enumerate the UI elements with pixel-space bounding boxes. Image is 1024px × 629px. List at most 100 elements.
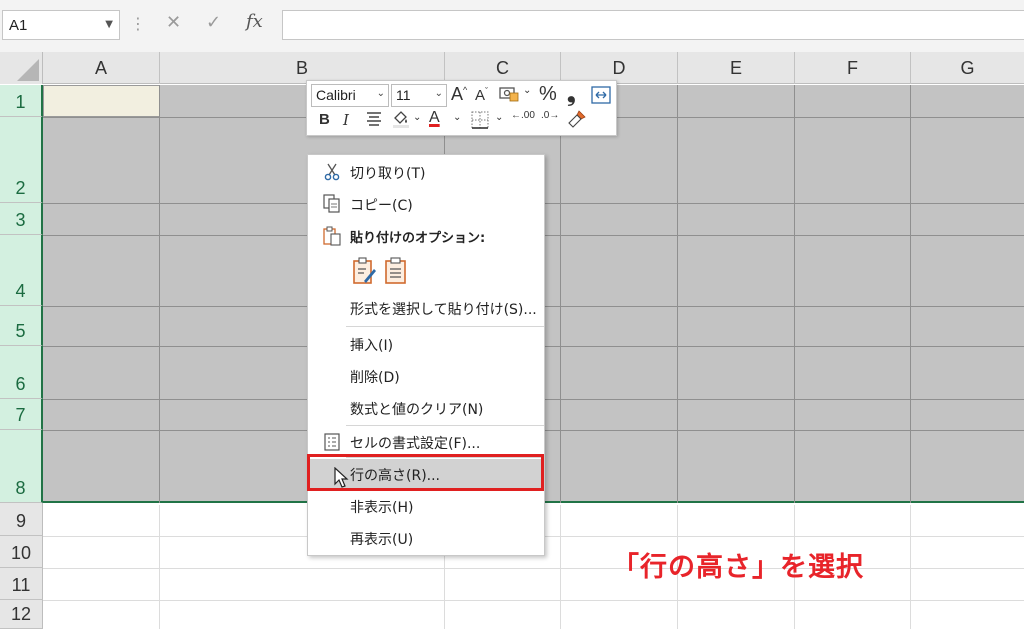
format-painter-icon[interactable]	[567, 109, 587, 133]
insert-function-button[interactable]: fx	[246, 11, 263, 32]
paste-formatting-icon[interactable]	[352, 257, 378, 289]
menu-item-paste-options: 貼り付けのオプション:	[308, 221, 544, 251]
format-cells-icon	[322, 432, 342, 452]
row-header-7[interactable]: 7	[0, 399, 43, 430]
row-header-11[interactable]: 11	[0, 568, 43, 600]
comma-style-button[interactable]: ❟	[567, 81, 576, 107]
mouse-pointer-icon	[334, 466, 350, 493]
row-header-5[interactable]: 5	[0, 306, 43, 346]
row-header-8[interactable]: 8	[0, 430, 43, 503]
menu-item-label: 貼り付けのオプション:	[350, 231, 486, 246]
menu-divider	[346, 425, 544, 426]
drag-handle-icon[interactable]: ⋮	[130, 14, 146, 33]
menu-item-paste-special[interactable]: 形式を選択して貼り付け(S)...	[308, 293, 544, 323]
menu-item-format-cells[interactable]: セルの書式設定(F)...	[308, 427, 544, 457]
mini-toolbar: Calibri ⌄ 11 ⌄ A^ Aˇ ⌄ % ❟ B I ⌄ A ⌄ ⌄ ←…	[306, 80, 617, 136]
row-header-3[interactable]: 3	[0, 203, 43, 235]
font-size-value: 11	[396, 87, 411, 103]
menu-item-label: 形式を選択して貼り付け(S)...	[350, 302, 537, 318]
menu-item-cut[interactable]: 切り取り(T)	[308, 157, 544, 187]
font-size-select[interactable]: 11 ⌄	[391, 84, 447, 107]
chevron-down-icon[interactable]: ⌄	[453, 112, 461, 123]
copy-icon	[322, 194, 342, 214]
column-line	[159, 85, 160, 503]
menu-item-label: 数式と値のクリア(N)	[350, 402, 484, 418]
menu-item-hide[interactable]: 非表示(H)	[308, 491, 544, 521]
caret-up-icon: ^	[463, 85, 468, 95]
menu-item-label: 挿入(I)	[350, 338, 394, 354]
row-header-4[interactable]: 4	[0, 235, 43, 306]
menu-item-copy[interactable]: コピー(C)	[308, 189, 544, 219]
italic-button[interactable]: I	[343, 111, 349, 129]
font-color-button[interactable]: A	[429, 109, 440, 127]
formula-input[interactable]	[282, 10, 1024, 40]
paste-icon	[322, 226, 342, 246]
row-header-2[interactable]: 2	[0, 117, 43, 203]
paste-icon[interactable]	[384, 257, 408, 289]
column-line	[159, 505, 160, 629]
name-box[interactable]: A1 ▼	[2, 10, 120, 40]
align-center-icon[interactable]	[365, 111, 383, 131]
column-header-a[interactable]: A	[43, 52, 160, 84]
fill-color-icon[interactable]	[391, 109, 411, 133]
row-header-10[interactable]: 10	[0, 536, 43, 568]
enter-icon[interactable]: ✓	[206, 12, 221, 33]
menu-item-insert[interactable]: 挿入(I)	[308, 329, 544, 359]
row-header-12[interactable]: 12	[0, 600, 43, 629]
font-name-value: Calibri	[316, 87, 356, 103]
row-line	[43, 600, 1024, 601]
annotation-caption: 「行の高さ」を選択	[612, 552, 864, 583]
column-line	[794, 85, 795, 503]
formula-bar: A1 ▼ ⋮ ✕ ✓ fx	[0, 0, 1024, 52]
percent-style-button[interactable]: %	[539, 83, 557, 106]
menu-item-clear-contents[interactable]: 数式と値のクリア(N)	[308, 393, 544, 423]
menu-item-label: セルの書式設定(F)...	[350, 436, 481, 452]
row-line	[43, 568, 1024, 569]
chevron-down-icon[interactable]: ⌄	[495, 112, 503, 123]
menu-item-label: 再表示(U)	[350, 532, 414, 548]
cancel-icon[interactable]: ✕	[166, 12, 181, 33]
menu-item-delete[interactable]: 削除(D)	[308, 361, 544, 391]
column-header-g[interactable]: G	[911, 52, 1024, 84]
increase-font-size-button[interactable]: A^	[451, 84, 467, 105]
menu-item-label: 非表示(H)	[350, 500, 414, 516]
chevron-down-icon[interactable]: ⌄	[523, 85, 531, 96]
bold-button[interactable]: B	[319, 111, 330, 128]
menu-item-label: コピー(C)	[350, 198, 413, 214]
decrease-font-size-label: A	[475, 87, 486, 104]
column-line	[560, 505, 561, 629]
increase-decimal-label: .00	[521, 110, 535, 121]
column-line	[910, 505, 911, 629]
scissors-icon	[322, 162, 342, 182]
menu-item-label: 削除(D)	[350, 370, 400, 386]
context-menu: 切り取り(T) コピー(C) 貼り付けのオプション: 形式を選択して貼り付け(S…	[307, 154, 545, 556]
borders-icon[interactable]	[471, 111, 489, 133]
decrease-decimal-button[interactable]: .0→	[541, 110, 560, 121]
column-line	[560, 85, 561, 503]
row-header-1[interactable]: 1	[0, 85, 43, 117]
decrease-font-size-button[interactable]: Aˇ	[475, 86, 488, 104]
chevron-down-icon[interactable]: ⌄	[413, 112, 421, 123]
arrow-left-icon: ←	[511, 110, 521, 121]
arrow-right-icon: →	[549, 110, 560, 121]
chevron-down-icon: ⌄	[376, 88, 385, 99]
menu-item-unhide[interactable]: 再表示(U)	[308, 523, 544, 553]
chevron-down-icon[interactable]: ▼	[105, 19, 113, 30]
wrap-text-icon[interactable]	[591, 86, 611, 108]
menu-item-label: 切り取り(T)	[350, 166, 426, 182]
font-name-select[interactable]: Calibri ⌄	[311, 84, 389, 107]
increase-font-size-label: A	[451, 84, 464, 104]
increase-decimal-button[interactable]: ←.00	[511, 110, 535, 121]
select-all-triangle-icon	[17, 59, 39, 81]
select-all-button[interactable]	[0, 52, 43, 84]
caret-down-icon: ˇ	[485, 86, 489, 96]
column-line	[910, 85, 911, 503]
menu-divider	[346, 326, 544, 327]
row-header-6[interactable]: 6	[0, 346, 43, 399]
chevron-down-icon: ⌄	[434, 88, 443, 99]
accounting-format-icon[interactable]	[499, 85, 521, 107]
column-header-e[interactable]: E	[678, 52, 795, 84]
column-header-f[interactable]: F	[795, 52, 911, 84]
active-cell-a1[interactable]	[43, 85, 160, 117]
row-header-9[interactable]: 9	[0, 503, 43, 536]
